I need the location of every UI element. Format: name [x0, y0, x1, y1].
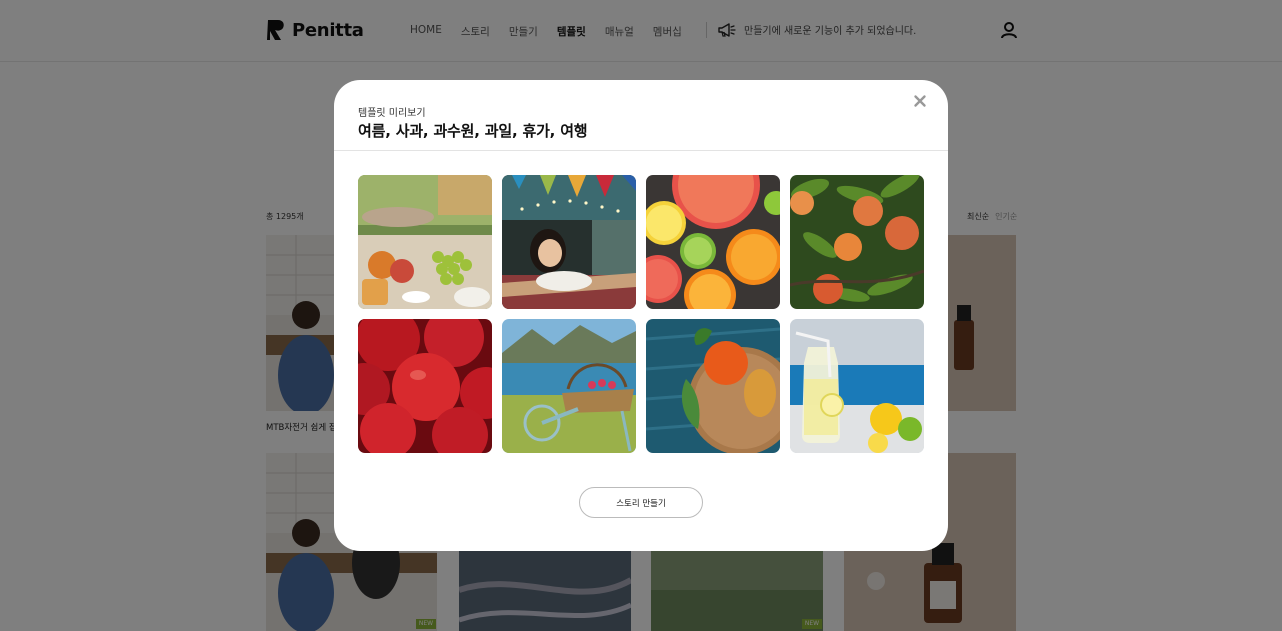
create-story-button[interactable]: 스토리 만들기	[579, 487, 703, 518]
preview-image-peaches[interactable]	[790, 175, 924, 309]
modal-title: 여름, 사과, 과수원, 과일, 휴가, 여행	[358, 122, 588, 140]
modal-divider	[334, 150, 948, 151]
preview-image-lemonade[interactable]	[790, 319, 924, 453]
close-icon[interactable]	[911, 92, 929, 110]
preview-image-picnic[interactable]	[358, 175, 492, 309]
modal-subtitle: 템플릿 미리보기	[358, 108, 426, 119]
template-preview-modal: 템플릿 미리보기 여름, 사과, 과수원, 과일, 휴가, 여행 스토리 만들기	[334, 80, 948, 551]
preview-image-citrus[interactable]	[646, 175, 780, 309]
preview-image-cart[interactable]	[502, 319, 636, 453]
preview-image-orange-pear[interactable]	[646, 319, 780, 453]
preview-image-camper[interactable]	[502, 175, 636, 309]
preview-image-apples[interactable]	[358, 319, 492, 453]
